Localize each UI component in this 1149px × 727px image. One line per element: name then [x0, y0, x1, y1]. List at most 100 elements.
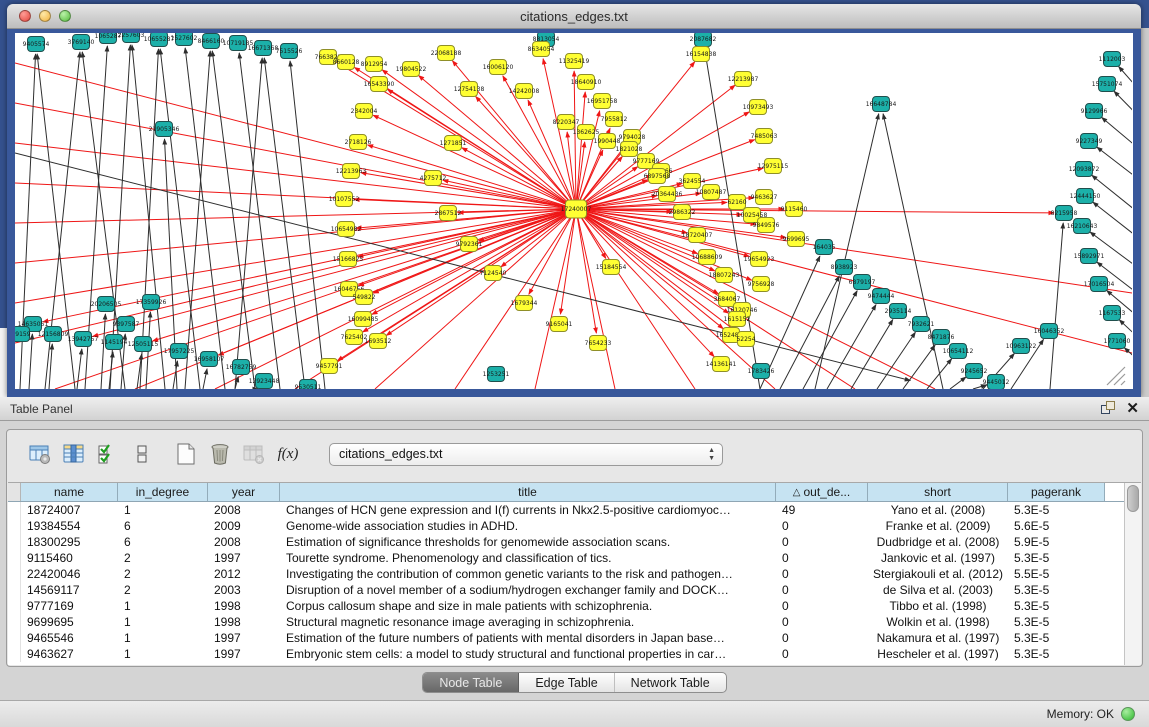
table-cell: 0 [776, 518, 868, 534]
graph-edge [363, 209, 576, 332]
table-cell: 5.5E-5 [1008, 566, 1105, 582]
select-columns-icon[interactable] [93, 439, 123, 469]
network-canvas[interactable]: 9405574376914010652872257603106552871527… [15, 33, 1133, 389]
graph-node-label: 1253251 [483, 371, 510, 378]
graph-node-label: 8634054 [528, 46, 555, 53]
row-gutter-cell [8, 630, 21, 646]
graph-node-label: 1821028 [616, 146, 643, 153]
table-row[interactable]: 1872400712008Changes of HCN gene express… [8, 502, 1124, 518]
graph-edge [903, 345, 935, 389]
memory-ok-indicator[interactable] [1121, 707, 1135, 721]
table-cell: 18300295 [21, 534, 118, 550]
table-cell: 5.3E-5 [1008, 630, 1105, 646]
table-cell: Jankovic et al. (1997) [868, 550, 1008, 566]
graph-edge [354, 199, 576, 209]
table-cell: 5.3E-5 [1008, 598, 1105, 614]
table-row[interactable]: 2242004622012Investigating the contribut… [8, 566, 1124, 582]
table-cell: Nakamura et al. (1997) [868, 630, 1008, 646]
column-header-out-de-[interactable]: △out_de... [776, 483, 868, 501]
column-header-title[interactable]: title [280, 483, 776, 501]
graph-node-label: 9405574 [23, 41, 50, 48]
table-row[interactable]: 1456911722003Disruption of a novel membe… [8, 582, 1124, 598]
table-row[interactable]: 946554611997Estimation of the future num… [8, 630, 1124, 646]
new-table-icon[interactable] [171, 439, 201, 469]
minimize-window-button[interactable] [39, 10, 51, 22]
table-toolbar: f(x) citations_edges.txt ▲▼ [7, 430, 1142, 478]
graph-node-label: 15892971 [1074, 253, 1105, 260]
function-builder-icon[interactable]: f(x) [273, 439, 303, 469]
graph-node-label: 8471876 [928, 334, 955, 341]
zoom-window-button[interactable] [59, 10, 71, 22]
table-cell: Wolkin et al. (1998) [868, 614, 1008, 630]
graph-node-label: 18720407 [682, 232, 713, 239]
table-vertical-scrollbar[interactable] [1124, 483, 1141, 665]
delete-rows-icon[interactable] [205, 439, 235, 469]
graph-edge [49, 344, 52, 389]
close-window-button[interactable] [19, 10, 31, 22]
canvas-resize-grip[interactable] [1107, 367, 1125, 385]
graph-node-label: 16958107 [194, 356, 225, 363]
tab-network-table[interactable]: Network Table [615, 673, 726, 692]
graph-edge [803, 291, 857, 389]
graph-node-label: 2342004 [351, 108, 378, 115]
table-cell: 9463627 [21, 646, 118, 662]
graph-node-label: 6879197 [849, 279, 876, 286]
column-header-year[interactable]: year [208, 483, 280, 501]
graph-node-label: 3624554 [679, 178, 706, 185]
row-gutter-cell [8, 646, 21, 662]
scrollbar-thumb[interactable] [1127, 485, 1139, 512]
float-window-icon[interactable] [1101, 401, 1116, 416]
table-cell: 49 [776, 502, 868, 518]
table-row[interactable]: 977716911998Corpus callosum shape and si… [8, 598, 1124, 614]
column-header-pagerank[interactable]: pagerank [1008, 483, 1105, 501]
graph-node-label: 16046352 [1034, 328, 1065, 335]
graph-edge [1097, 147, 1132, 188]
table-cell: 9465546 [21, 630, 118, 646]
graph-node-label: 1783426 [748, 368, 775, 375]
table-cell: 1 [118, 630, 208, 646]
delete-table-icon[interactable] [239, 439, 269, 469]
attribute-table: namein_degreeyeartitle△out_de...shortpag… [8, 482, 1141, 665]
close-icon[interactable]: ✕ [1126, 401, 1139, 416]
table-settings-icon[interactable] [25, 439, 55, 469]
graph-node-label: 2986322 [669, 209, 696, 216]
graph-node-label: 9445012 [983, 379, 1010, 386]
graph-edge [1050, 223, 1063, 389]
network-view-window: citations_edges.txt 94055743769140106528… [7, 4, 1141, 397]
graph-edge [1093, 202, 1132, 243]
table-cell: Estimation of the future numbers of pati… [280, 630, 776, 646]
column-chooser-icon[interactable] [59, 439, 89, 469]
graph-node-label: 15166825 [333, 256, 364, 263]
graph-node-label: 17957225 [164, 348, 195, 355]
window-titlebar[interactable]: citations_edges.txt [7, 4, 1141, 29]
graph-node-label: 12213987 [728, 76, 759, 83]
table-row[interactable]: 911546021997Tourette syndrome. Phenomeno… [8, 550, 1124, 566]
tab-node-table[interactable]: Node Table [423, 673, 519, 692]
row-header-gutter [8, 483, 21, 501]
column-header-short[interactable]: short [868, 483, 1008, 501]
column-header-in-degree[interactable]: in_degree [118, 483, 208, 501]
column-header-name[interactable]: name [21, 483, 118, 501]
graph-edge [780, 276, 839, 389]
table-cell: 2 [118, 582, 208, 598]
row-gutter-cell [8, 550, 21, 566]
graph-node-label: 8215958 [1051, 210, 1078, 217]
table-cell: 19384554 [21, 518, 118, 534]
row-height-icon[interactable] [127, 439, 157, 469]
table-cell: 6 [118, 518, 208, 534]
table-row[interactable]: 969969511998Structural magnetic resonanc… [8, 614, 1124, 630]
table-row[interactable]: 946362711997Embryonic stem cells: a mode… [8, 646, 1124, 662]
table-row[interactable]: 1938455462009Genome-wide association stu… [8, 518, 1124, 534]
table-cell: Tibbo et al. (1998) [868, 598, 1008, 614]
graph-node-label: 9129966 [1081, 108, 1108, 115]
table-selector-dropdown[interactable]: citations_edges.txt ▲▼ [329, 443, 723, 466]
table-cell: 22420046 [21, 566, 118, 582]
table-row[interactable]: 1830029562008Estimation of significance … [8, 534, 1124, 550]
graph-edge [574, 71, 576, 209]
graph-node-label: 13942757 [68, 336, 99, 343]
graph-node-label: 17240007 [561, 206, 592, 213]
graph-node-label: 2935114 [885, 308, 912, 315]
graph-node-label: 12505115 [128, 341, 159, 348]
table-cell: 2008 [208, 502, 280, 518]
tab-edge-table[interactable]: Edge Table [519, 673, 614, 692]
